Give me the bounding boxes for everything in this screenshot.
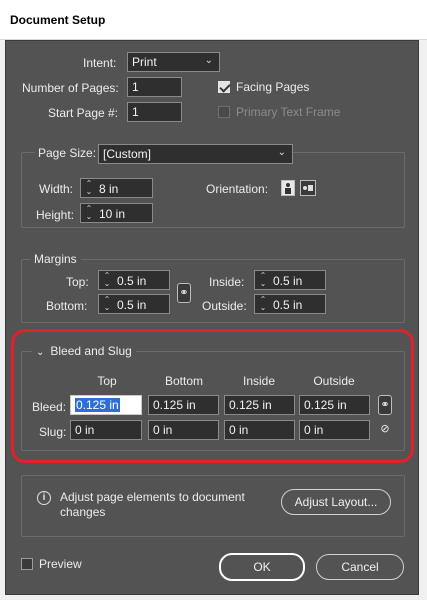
bleed-bottom-value: 0.125 in — [153, 398, 196, 412]
slug-outside-value: 0 in — [304, 423, 324, 437]
intent-value: Print — [132, 55, 157, 69]
ok-button[interactable]: OK — [219, 553, 305, 581]
margins-link-icon[interactable]: ⚭ — [177, 283, 191, 303]
bleed-inside-input[interactable]: 0.125 in — [224, 395, 295, 415]
adjust-layout-button[interactable]: Adjust Layout... — [281, 489, 391, 515]
chevron-down-icon: ⌄ — [204, 55, 213, 66]
margins-group — [21, 259, 405, 323]
preview-checkbox[interactable] — [21, 558, 33, 570]
slug-outside-input[interactable]: 0 in — [299, 420, 370, 440]
width-label: Width: — [39, 182, 74, 196]
slug-bottom-input[interactable]: 0 in — [148, 420, 219, 440]
bleed-bottom-input[interactable]: 0.125 in — [148, 395, 219, 415]
landscape-orientation-icon[interactable] — [300, 180, 316, 196]
margin-outside-value: 0.5 in — [273, 298, 303, 312]
margin-inside-label: Inside: — [209, 275, 245, 289]
bleed-top-input[interactable]: 0.125 in — [70, 395, 142, 415]
primary-text-frame-checkbox[interactable] — [218, 106, 230, 118]
column-header-outside: Outside — [313, 374, 355, 388]
width-value: 8 in — [99, 182, 119, 196]
number-of-pages-label: Number of Pages: — [22, 81, 119, 95]
facing-pages-checkbox[interactable] — [218, 81, 230, 93]
margin-bottom-stepper[interactable]: ⌃ ⌄ 0.5 in — [98, 294, 170, 314]
stepper-arrows-icon[interactable]: ⌃ ⌄ — [257, 296, 269, 312]
slug-label: Slug: — [39, 425, 67, 439]
cancel-button[interactable]: Cancel — [316, 554, 404, 580]
intent-label: Intent: — [83, 56, 117, 70]
height-value: 10 in — [99, 207, 126, 221]
bleed-and-slug-title: Bleed and Slug — [50, 344, 132, 358]
document-setup-dialog: Intent: Print ⌄ Number of Pages: 1 Facin… — [5, 40, 419, 595]
bleed-and-slug-header[interactable]: ⌄ Bleed and Slug — [32, 344, 136, 358]
slug-top-value: 0 in — [75, 423, 95, 437]
stepper-arrows-icon[interactable]: ⌃ ⌄ — [257, 272, 269, 288]
portrait-person-icon — [285, 183, 291, 194]
page-size-select[interactable]: [Custom] ⌄ — [98, 144, 293, 164]
margin-inside-stepper[interactable]: ⌃ ⌄ 0.5 in — [254, 270, 326, 290]
bleed-outside-input[interactable]: 0.125 in — [299, 395, 370, 415]
start-page-input[interactable]: 1 — [127, 102, 182, 122]
chevron-down-icon: ⌄ — [277, 147, 286, 158]
slug-inside-value: 0 in — [229, 423, 249, 437]
column-header-inside: Inside — [242, 374, 276, 388]
margin-bottom-value: 0.5 in — [117, 298, 147, 312]
margins-title: Margins — [30, 252, 81, 266]
stepper-arrows-icon[interactable]: ⌃ ⌄ — [83, 205, 95, 221]
start-page-value: 1 — [132, 105, 139, 119]
margin-top-label: Top: — [66, 275, 89, 289]
portrait-orientation-icon[interactable] — [281, 180, 295, 196]
bleed-link-icon[interactable]: ⚭ — [378, 395, 392, 415]
bleed-top-value: 0.125 in — [75, 398, 120, 412]
info-icon: i — [37, 491, 51, 505]
number-of-pages-value: 1 — [132, 80, 139, 94]
margin-bottom-label: Bottom: — [46, 299, 88, 313]
page-size-label: Page Size: — [35, 146, 100, 160]
slug-top-input[interactable]: 0 in — [70, 420, 142, 440]
slug-unlink-icon[interactable]: ⊘ — [378, 420, 392, 440]
column-header-bottom: Bottom — [164, 374, 203, 388]
start-page-label: Start Page #: — [48, 106, 119, 120]
orientation-label: Orientation: — [206, 182, 269, 196]
landscape-person-icon — [303, 185, 313, 191]
number-of-pages-input[interactable]: 1 — [127, 77, 182, 97]
column-header-top: Top — [97, 374, 117, 388]
stepper-arrows-icon[interactable]: ⌃ ⌄ — [101, 272, 113, 288]
info-text-line2: changes — [60, 505, 106, 519]
slug-inside-input[interactable]: 0 in — [224, 420, 295, 440]
slug-bottom-value: 0 in — [153, 423, 173, 437]
stepper-arrows-icon[interactable]: ⌃ ⌄ — [101, 296, 113, 312]
bleed-inside-value: 0.125 in — [229, 398, 272, 412]
preview-label: Preview — [39, 557, 82, 571]
window-title: Document Setup — [10, 13, 106, 27]
stepper-arrows-icon[interactable]: ⌃ ⌄ — [83, 180, 95, 196]
intent-select[interactable]: Print ⌄ — [127, 52, 220, 72]
margin-top-stepper[interactable]: ⌃ ⌄ 0.5 in — [98, 270, 170, 290]
height-stepper[interactable]: ⌃ ⌄ 10 in — [80, 203, 153, 223]
bleed-outside-value: 0.125 in — [304, 398, 347, 412]
facing-pages-label: Facing Pages — [236, 80, 310, 94]
bleed-label: Bleed: — [32, 400, 67, 414]
margin-inside-value: 0.5 in — [273, 274, 303, 288]
page-size-value: [Custom] — [103, 147, 152, 161]
primary-text-frame-label: Primary Text Frame — [236, 105, 341, 119]
margin-outside-label: Outside: — [202, 299, 247, 313]
info-text-line1: Adjust page elements to document — [60, 490, 245, 504]
collapse-chevron-icon: ⌄ — [36, 347, 45, 358]
width-stepper[interactable]: ⌃ ⌄ 8 in — [80, 178, 153, 198]
margin-top-value: 0.5 in — [117, 274, 147, 288]
title-bar: Document Setup — [0, 0, 427, 40]
margin-outside-stepper[interactable]: ⌃ ⌄ 0.5 in — [254, 294, 326, 314]
height-label: Height: — [36, 208, 75, 222]
